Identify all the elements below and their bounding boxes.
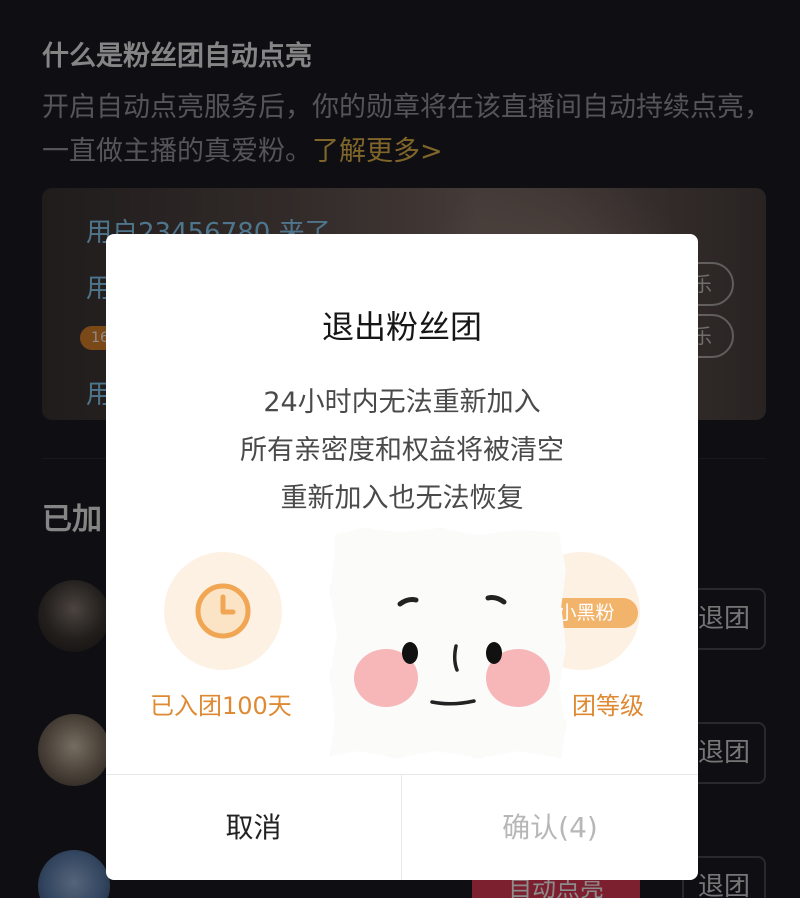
clock-icon — [195, 583, 251, 639]
quit-fan-group-dialog: 退出粉丝团 24小时内无法重新加入 所有亲密度和权益将被清空 重新加入也无法恢复… — [106, 234, 698, 880]
confirm-button[interactable]: 确认(4) — [402, 775, 698, 880]
feature-label: 团等级 — [572, 692, 644, 720]
dialog-warning-line: 所有亲密度和权益将被清空 — [240, 435, 564, 466]
dialog-button-row: 取消 确认(4) — [106, 774, 698, 880]
dialog-warning-line: 24小时内无法重新加入 — [263, 387, 541, 418]
feature-days-joined — [164, 552, 282, 670]
dialog-title: 退出粉丝团 — [321, 308, 482, 346]
cancel-button[interactable]: 取消 — [106, 775, 402, 880]
dialog-warning-line: 重新加入也无法恢复 — [280, 483, 524, 514]
smiley-sticker-icon — [330, 528, 566, 758]
feature-label: 已入团100天 — [150, 692, 292, 720]
